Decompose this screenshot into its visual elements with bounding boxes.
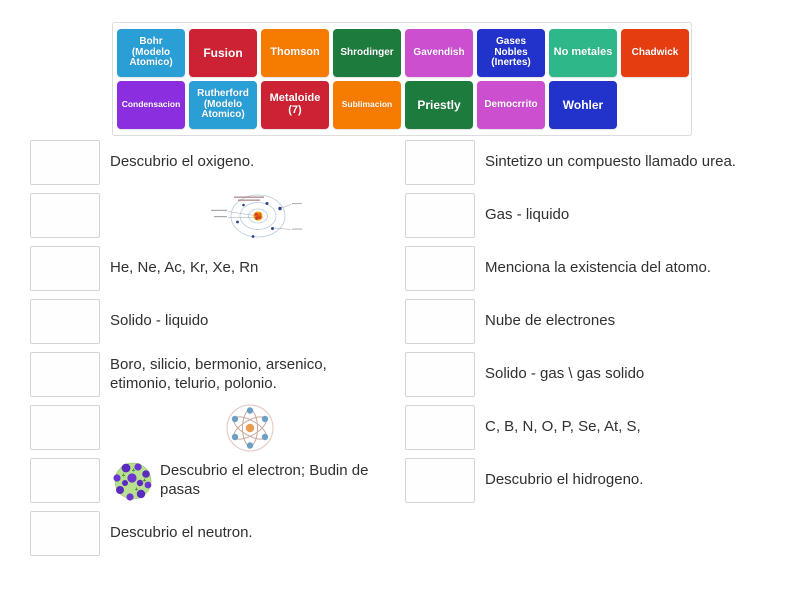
tile-bank-row-2: Condensacion Rutherford (Modelo Atomico)… [117,81,687,129]
match-content-right-1: Sintetizo un compuesto llamado urea. [475,153,765,171]
match-label: Descubrio el electron; Budin de pasas [160,462,369,498]
match-label: Nube de electrones [485,312,616,330]
drop-zone-left-6[interactable] [30,405,100,450]
match-label: Gas - liquido [485,206,570,224]
tile-bank: Bohr (Modelo Atomico) Fusion Thomson Shr… [112,22,692,136]
match-row: Solido - liquido [30,299,390,344]
match-content-right-5: Solido - gas \ gas solido [475,365,765,383]
plum-pudding-model-icon [110,458,156,504]
match-content-right-7: Descubrio el hidrogeno. [475,471,765,489]
left-match-column: Descubrio el oxigeno. He, Ne, Ac, Kr, Xe… [30,140,390,564]
match-content-left-2 [100,193,390,239]
match-row: Descubrio el hidrogeno. [405,458,765,503]
drop-zone-right-6[interactable] [405,405,475,450]
match-label: Descubrio el neutron. [110,524,253,542]
match-content-left-1: Descubrio el oxigeno. [100,153,390,171]
match-label: Boro, silicio, bermonio, arsenico, etimo… [110,356,327,392]
match-row: Sintetizo un compuesto llamado urea. [405,140,765,185]
drop-zone-left-3[interactable] [30,246,100,291]
match-label: He, Ne, Ac, Kr, Xe, Rn [110,259,259,277]
tile-democrrito[interactable]: Democrrito [477,81,545,129]
bohr-model-diagram-icon [196,193,304,239]
match-row: Boro, silicio, bermonio, arsenico, etimo… [30,352,390,397]
drop-zone-right-4[interactable] [405,299,475,344]
match-row: Descubrio el neutron. [30,511,390,556]
tile-gases-nobles-inertes[interactable]: Gases Nobles (Inertes) [477,29,545,77]
match-content-right-3: Menciona la existencia del atomo. [475,259,765,277]
match-content-left-6 [100,403,390,453]
tile-fusion[interactable]: Fusion [189,29,257,77]
tile-bank-empty-slot [621,81,689,129]
match-content-left-5: Boro, silicio, bermonio, arsenico, etimo… [100,356,390,393]
match-row: Descubrio el oxigeno. [30,140,390,185]
match-row: Gas - liquido [405,193,765,238]
drop-zone-left-7[interactable] [30,458,100,503]
drop-zone-right-2[interactable] [405,193,475,238]
tile-bank-row-1: Bohr (Modelo Atomico) Fusion Thomson Shr… [117,29,689,77]
tile-thomson[interactable]: Thomson [261,29,329,77]
drop-zone-right-3[interactable] [405,246,475,291]
drop-zone-right-5[interactable] [405,352,475,397]
match-label: Descubrio el hidrogeno. [485,471,644,489]
tile-no-metales[interactable]: No metales [549,29,617,77]
match-content-right-2: Gas - liquido [475,206,765,224]
drop-zone-left-1[interactable] [30,140,100,185]
match-label: Sintetizo un compuesto llamado urea. [485,153,736,171]
match-content-right-4: Nube de electrones [475,312,765,330]
match-row [30,403,390,453]
tile-metaloide-7[interactable]: Metaloide (7) [261,81,329,129]
match-row: Descubrio el electron; Budin de pasas [30,458,390,503]
atom-icon [221,403,279,453]
match-label: Solido - gas \ gas solido [485,365,645,383]
match-content-left-3: He, Ne, Ac, Kr, Xe, Rn [100,259,390,277]
match-label: Descubrio el oxigeno. [110,153,255,171]
match-row: Nube de electrones [405,299,765,344]
match-content-left-4: Solido - liquido [100,312,390,330]
match-content-left-7: Descubrio el electron; Budin de pasas [100,458,390,504]
tile-gavendish[interactable]: Gavendish [405,29,473,77]
match-row: C, B, N, O, P, Se, At, S, [405,405,765,450]
match-label: Menciona la existencia del atomo. [485,259,711,277]
match-row: Solido - gas \ gas solido [405,352,765,397]
match-content-left-8: Descubrio el neutron. [100,524,390,542]
drop-zone-left-2[interactable] [30,193,100,238]
tile-sublimacion[interactable]: Sublimacion [333,81,401,129]
match-row: Menciona la existencia del atomo. [405,246,765,291]
tile-shrodinger[interactable]: Shrodinger [333,29,401,77]
match-label: Solido - liquido [110,312,209,330]
drop-zone-left-4[interactable] [30,299,100,344]
match-label: C, B, N, O, P, Se, At, S, [485,418,641,436]
tile-wohler[interactable]: Wohler [549,81,617,129]
drop-zone-right-7[interactable] [405,458,475,503]
matching-activity-page: Bohr (Modelo Atomico) Fusion Thomson Shr… [0,0,800,600]
tile-bohr-modelo-atomico[interactable]: Bohr (Modelo Atomico) [117,29,185,77]
drop-zone-left-5[interactable] [30,352,100,397]
match-row: He, Ne, Ac, Kr, Xe, Rn [30,246,390,291]
tile-condensacion[interactable]: Condensacion [117,81,185,129]
drop-zone-left-8[interactable] [30,511,100,556]
drop-zone-right-1[interactable] [405,140,475,185]
tile-rutherford-modelo-atomico[interactable]: Rutherford (Modelo Atomico) [189,81,257,129]
tile-priestly[interactable]: Priestly [405,81,473,129]
match-content-right-6: C, B, N, O, P, Se, At, S, [475,418,765,436]
match-row [30,193,390,238]
right-match-column: Sintetizo un compuesto llamado urea. Gas… [405,140,765,511]
tile-chadwick[interactable]: Chadwick [621,29,689,77]
